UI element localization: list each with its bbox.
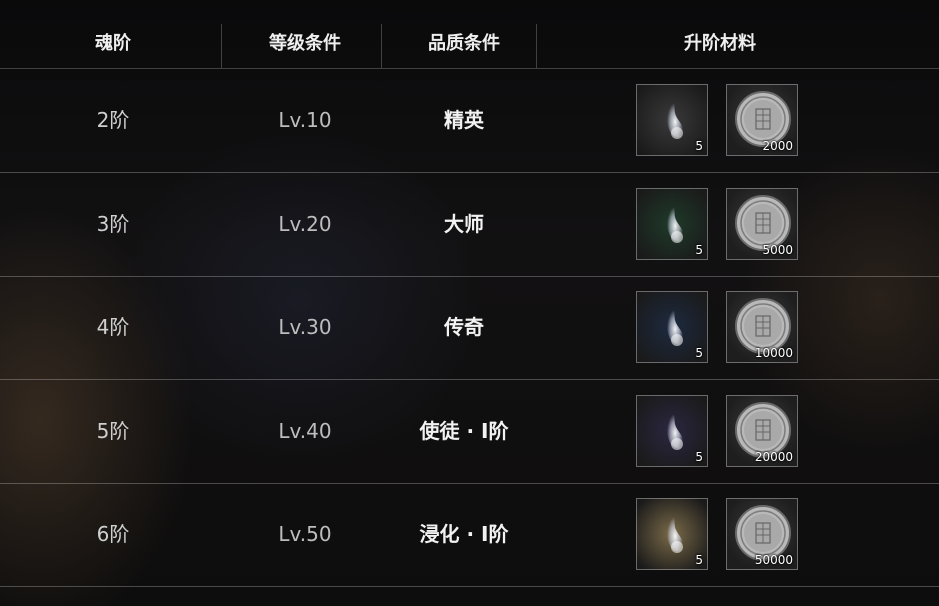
soul-rank-table: 魂阶 等级条件 品质条件 升阶材料 2阶 Lv.10 精英 5 2000 3阶 … <box>0 0 939 606</box>
coin-material-slot[interactable]: 50000 <box>726 498 798 571</box>
rank-cell: 3阶 <box>96 211 130 236</box>
soul-quantity: 5 <box>695 139 703 153</box>
rank-cell: 2阶 <box>96 108 130 132</box>
soul-quantity: 5 <box>695 449 703 464</box>
soul-quantity: 5 <box>695 553 703 568</box>
coin-quantity: 50000 <box>754 553 793 568</box>
header-rank: 魂阶 <box>95 33 131 54</box>
quality-cell: 浸化 · Ⅰ阶 <box>419 522 509 547</box>
coin-material-slot[interactable]: 5000 <box>726 187 798 260</box>
quality-cell: 大师 <box>444 211 484 236</box>
table-row: 5阶 Lv.40 使徒 · Ⅰ阶 5 20000 <box>0 380 939 484</box>
coin-material-slot[interactable]: 20000 <box>726 394 798 467</box>
table-row: 3阶 Lv.20 大师 5 5000 <box>0 173 939 277</box>
header-divider <box>221 24 222 68</box>
header-materials: 升阶材料 <box>684 33 756 54</box>
coin-quantity: 5000 <box>762 242 793 257</box>
soul-material-slot[interactable]: 5 <box>636 394 708 467</box>
header-divider <box>381 24 382 68</box>
soul-material-slot[interactable]: 5 <box>636 291 708 364</box>
table-row: 6阶 Lv.50 浸化 · Ⅰ阶 5 50000 <box>0 483 939 588</box>
coin-material-slot[interactable]: 2000 <box>726 84 798 156</box>
table-row: 4阶 Lv.30 传奇 5 10000 <box>0 276 939 381</box>
header-divider <box>536 24 537 68</box>
coin-quantity: 2000 <box>762 139 793 153</box>
coin-material-slot[interactable]: 10000 <box>726 291 798 364</box>
level-cell: Lv.50 <box>278 522 332 547</box>
coin-quantity: 20000 <box>754 449 793 464</box>
soul-quantity: 5 <box>695 242 703 257</box>
soul-material-slot[interactable]: 5 <box>636 498 708 571</box>
level-cell: Lv.40 <box>278 418 332 443</box>
quality-cell: 精英 <box>444 108 484 132</box>
quality-cell: 使徒 · Ⅰ阶 <box>419 418 509 443</box>
rank-cell: 4阶 <box>96 315 130 340</box>
level-cell: Lv.30 <box>278 315 332 340</box>
header-quality: 品质条件 <box>428 33 500 54</box>
rank-cell: 5阶 <box>96 418 130 443</box>
header-level: 等级条件 <box>269 33 341 54</box>
rank-cell: 6阶 <box>96 522 130 547</box>
soul-material-slot[interactable]: 5 <box>636 84 708 156</box>
table-row: 2阶 Lv.10 精英 5 2000 <box>0 69 939 173</box>
table-header: 魂阶 等级条件 品质条件 升阶材料 <box>0 0 939 69</box>
soul-quantity: 5 <box>695 346 703 361</box>
level-cell: Lv.20 <box>278 211 332 236</box>
coin-quantity: 10000 <box>754 346 793 361</box>
level-cell: Lv.10 <box>278 108 332 132</box>
soul-material-slot[interactable]: 5 <box>636 187 708 260</box>
quality-cell: 传奇 <box>444 315 484 340</box>
